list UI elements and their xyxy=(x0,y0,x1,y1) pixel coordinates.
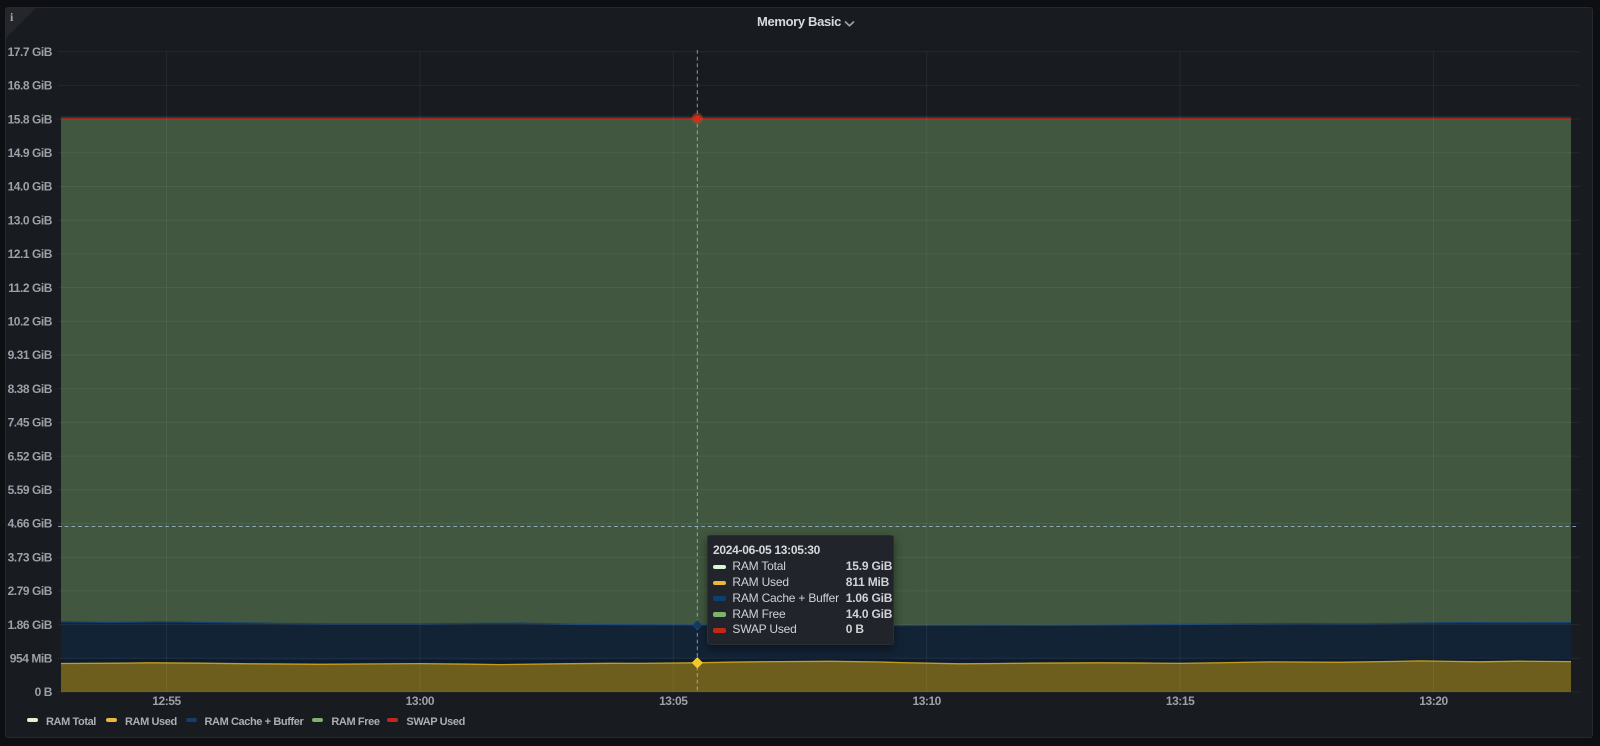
svg-text:6.52 GiB: 6.52 GiB xyxy=(8,449,53,463)
svg-text:14.0 GiB: 14.0 GiB xyxy=(8,180,53,194)
svg-text:954 MiB: 954 MiB xyxy=(10,652,53,666)
svg-text:12:55: 12:55 xyxy=(152,694,181,708)
svg-text:9.31 GiB: 9.31 GiB xyxy=(8,348,53,362)
svg-text:3.73 GiB: 3.73 GiB xyxy=(8,550,53,564)
svg-text:11.2 GiB: 11.2 GiB xyxy=(8,281,53,295)
svg-text:13:05: 13:05 xyxy=(659,694,688,708)
svg-text:13:10: 13:10 xyxy=(912,694,941,708)
svg-text:14.9 GiB: 14.9 GiB xyxy=(8,146,53,160)
svg-text:2.79 GiB: 2.79 GiB xyxy=(8,584,53,598)
svg-text:8.38 GiB: 8.38 GiB xyxy=(8,382,53,396)
svg-text:16.8 GiB: 16.8 GiB xyxy=(8,79,53,93)
svg-text:5.59 GiB: 5.59 GiB xyxy=(8,483,53,497)
svg-text:4.66 GiB: 4.66 GiB xyxy=(8,517,53,531)
svg-text:12.1 GiB: 12.1 GiB xyxy=(8,247,53,261)
svg-text:15.8 GiB: 15.8 GiB xyxy=(8,112,53,126)
svg-text:13:20: 13:20 xyxy=(1419,694,1448,708)
svg-text:10.2 GiB: 10.2 GiB xyxy=(8,315,53,329)
svg-text:1.86 GiB: 1.86 GiB xyxy=(8,618,53,632)
svg-text:13.0 GiB: 13.0 GiB xyxy=(8,213,53,227)
svg-text:13:15: 13:15 xyxy=(1166,694,1195,708)
svg-text:7.45 GiB: 7.45 GiB xyxy=(8,416,53,430)
svg-text:0 B: 0 B xyxy=(35,685,53,699)
svg-text:17.7 GiB: 17.7 GiB xyxy=(8,45,53,59)
svg-text:13:00: 13:00 xyxy=(406,694,435,708)
